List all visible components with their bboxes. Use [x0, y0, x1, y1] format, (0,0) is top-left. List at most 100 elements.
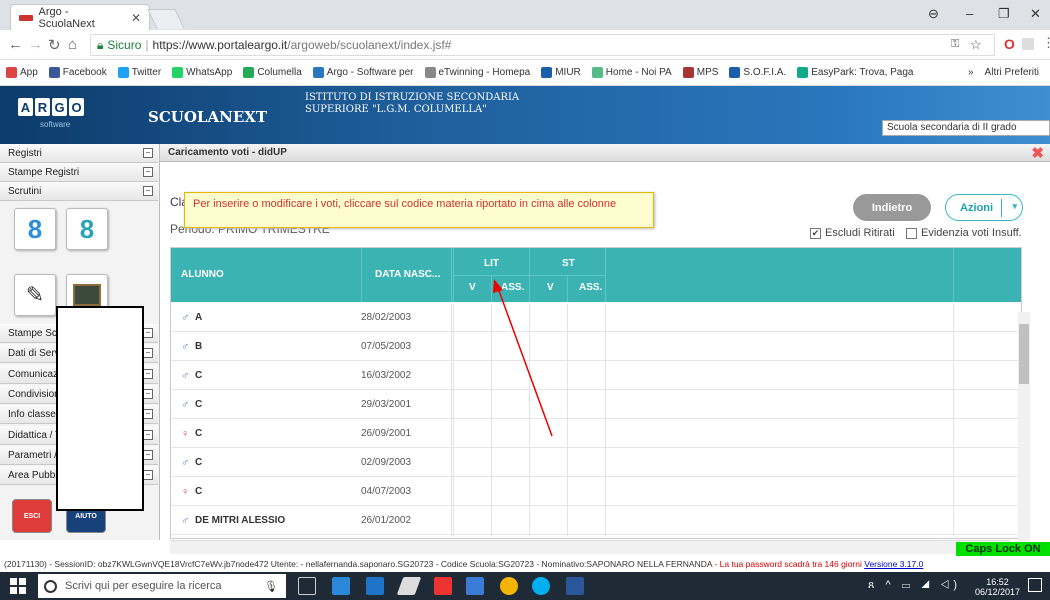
exit-button[interactable]: ESCI: [12, 499, 52, 533]
table-row[interactable]: ♂ B 07/05/2003: [171, 333, 1021, 361]
caricamento-voti-tile[interactable]: 8: [66, 208, 108, 250]
table-row[interactable]: ♀ C 26/09/2001: [171, 420, 1021, 448]
table-row[interactable]: ♂ DE MITRI ALESSIO 26/01/2002: [171, 507, 1021, 535]
taskbar-app-icon[interactable]: [332, 577, 350, 595]
birth-date: 16/03/2002: [361, 370, 412, 381]
bookmark-item[interactable]: WhatsApp: [172, 67, 232, 78]
other-bookmarks-folder[interactable]: Altri Preferiti: [985, 67, 1039, 78]
bookmark-star-icon[interactable]: ☆: [970, 37, 982, 53]
bookmark-item[interactable]: Twitter: [117, 67, 161, 78]
expand-toggle-icon[interactable]: −: [143, 409, 153, 420]
bookmark-item[interactable]: Home - Noi PA: [591, 67, 672, 78]
checkbox-unchecked-icon[interactable]: [906, 227, 917, 239]
bookmark-item[interactable]: S.O.F.I.A.: [729, 67, 786, 78]
student-name[interactable]: B: [195, 341, 202, 352]
subject-st-code[interactable]: ST: [562, 258, 575, 269]
school-type-select[interactable]: Scuola secondaria di II grado: [882, 120, 1050, 136]
subject-lit-code[interactable]: LIT: [484, 258, 499, 269]
taskbar-search[interactable]: Scrivi qui per eseguire la ricerca 🎙︎: [38, 574, 286, 598]
expand-toggle-icon[interactable]: −: [143, 388, 153, 399]
expand-toggle-icon[interactable]: −: [143, 167, 153, 177]
menu-icon[interactable]: ⋮: [1042, 35, 1050, 51]
expand-toggle-icon[interactable]: −: [143, 148, 153, 158]
skype-icon[interactable]: [532, 577, 550, 595]
student-name[interactable]: C: [195, 370, 202, 381]
url-field[interactable]: 🔒︎ Sicuro | https://www.portaleargo.it/a…: [90, 34, 995, 56]
browser-tab[interactable]: Argo - ScuolaNext ✕: [10, 4, 150, 30]
clock[interactable]: 16:52 06/12/2017: [975, 577, 1020, 597]
sidebar-item-stampe-registri[interactable]: Stampe Registri −: [0, 163, 158, 182]
task-view-icon[interactable]: [298, 577, 316, 595]
tab-close-icon[interactable]: ✕: [131, 11, 141, 25]
word-icon[interactable]: [566, 577, 584, 595]
window-close-icon[interactable]: ✕: [1030, 6, 1041, 22]
table-row[interactable]: ♂ C 29/03/2001: [171, 391, 1021, 419]
chrome-icon[interactable]: [500, 577, 518, 595]
back-arrow-icon[interactable]: ←: [8, 36, 23, 53]
table-row[interactable]: ♀ C 04/07/2003: [171, 478, 1021, 506]
vertical-scrollbar[interactable]: [1018, 312, 1030, 542]
table-row[interactable]: ♂ C 02/09/2003: [171, 449, 1021, 477]
forward-arrow-icon[interactable]: →: [28, 36, 43, 53]
sidebar-item-scrutini[interactable]: Scrutini −: [0, 182, 158, 201]
bookmark-item[interactable]: Argo - Software per: [312, 67, 414, 78]
expand-toggle-icon[interactable]: −: [143, 470, 153, 481]
student-name[interactable]: C: [195, 457, 202, 468]
microphone-icon[interactable]: 🎙︎: [264, 580, 278, 593]
expand-toggle-icon[interactable]: −: [143, 368, 153, 379]
table-row[interactable]: ♂ C 16/03/2002: [171, 362, 1021, 390]
bookmark-item[interactable]: EasyPark: Trova, Paga: [797, 67, 913, 78]
extension-icon[interactable]: [1022, 38, 1034, 50]
col-birthdate[interactable]: DATA NASC...: [375, 269, 440, 280]
version-link[interactable]: Versione 3.17.0: [864, 559, 923, 569]
bookmark-item[interactable]: eTwinning - Homepa: [424, 67, 530, 78]
file-explorer-icon[interactable]: [466, 577, 484, 595]
table-row[interactable]: ♂ A 28/02/2003: [171, 304, 1021, 332]
actions-button[interactable]: Azioni ▾: [945, 194, 1023, 221]
bookmark-item[interactable]: App: [6, 67, 38, 78]
taskbar-app-icon[interactable]: [396, 577, 422, 595]
bookmark-item[interactable]: MIUR: [541, 67, 581, 78]
bookmarks-overflow-button[interactable]: »: [968, 67, 974, 78]
taskbar-app-icon[interactable]: [366, 577, 384, 595]
expand-toggle-icon[interactable]: −: [143, 348, 153, 359]
student-name[interactable]: C: [195, 399, 202, 410]
new-tab-button[interactable]: [147, 9, 185, 29]
expand-toggle-icon[interactable]: −: [143, 429, 153, 440]
student-name[interactable]: C: [195, 486, 202, 497]
expand-toggle-icon[interactable]: −: [143, 449, 153, 460]
back-button[interactable]: Indietro: [853, 194, 931, 221]
system-tray-icons[interactable]: ጸ ^ ▭ ◢ ◁): [868, 579, 961, 592]
checkbox-checked-icon[interactable]: ✔: [810, 227, 821, 239]
expand-toggle-icon[interactable]: −: [143, 186, 153, 196]
panel-close-icon[interactable]: ✖: [1031, 144, 1044, 162]
home-icon[interactable]: ⌂: [68, 36, 77, 53]
opera-icon[interactable]: O: [1004, 36, 1015, 52]
sidebar-item-registri[interactable]: Registri −: [0, 144, 158, 163]
windows-start-icon[interactable]: [10, 578, 26, 594]
col-student[interactable]: ALUNNO: [181, 269, 224, 280]
exclude-withdrawn-checkbox[interactable]: ✔ Escludi Ritirati: [810, 227, 895, 239]
account-icon[interactable]: ⊖: [928, 6, 939, 22]
bookmark-item[interactable]: Facebook: [48, 67, 107, 78]
notifications-icon[interactable]: [1028, 578, 1042, 592]
student-name[interactable]: C: [195, 428, 202, 439]
voti-proposti-tile[interactable]: 8: [14, 208, 56, 250]
giudizi-tile[interactable]: ✎: [14, 274, 56, 316]
taskbar-app-icon[interactable]: [434, 577, 452, 595]
horizontal-scrollbar[interactable]: [170, 540, 1010, 554]
bookmark-item[interactable]: Columella: [243, 67, 302, 78]
birth-date: 29/03/2001: [361, 399, 412, 410]
bookmark-item[interactable]: MPS: [682, 67, 718, 78]
expand-toggle-icon[interactable]: −: [143, 328, 153, 338]
key-icon[interactable]: ⚿: [951, 38, 959, 51]
student-name[interactable]: DE MITRI ALESSIO: [195, 515, 285, 526]
clock-time: 16:52: [986, 577, 1009, 587]
reload-icon[interactable]: ↻: [48, 36, 61, 54]
chevron-down-icon[interactable]: ▾: [1012, 201, 1017, 212]
restore-icon[interactable]: ❐: [998, 6, 1010, 22]
scrollbar-thumb[interactable]: [1019, 324, 1029, 384]
student-name[interactable]: A: [195, 312, 202, 323]
minimize-icon[interactable]: –: [966, 6, 973, 21]
highlight-insufficient-checkbox[interactable]: Evidenzia voti Insuff.: [906, 227, 1022, 239]
